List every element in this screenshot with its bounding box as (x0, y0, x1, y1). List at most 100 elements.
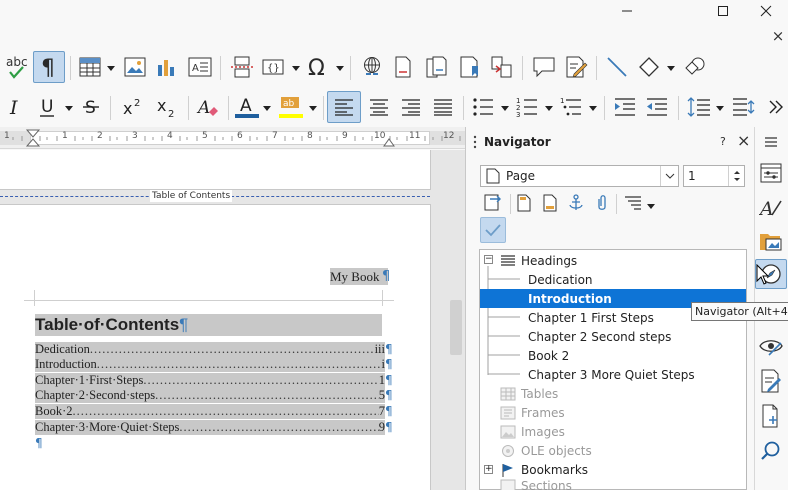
drag-handle-icon[interactable] (473, 135, 477, 149)
underline-button[interactable]: U (34, 92, 60, 122)
special-character-button[interactable]: Ω (304, 52, 332, 82)
basic-shapes-button[interactable] (634, 52, 664, 82)
tree-ole-objects[interactable]: OLE objects (480, 441, 746, 460)
outline-list-button[interactable]: 1 (556, 92, 586, 122)
toc-entry[interactable]: Chapter·1·First·Steps...................… (35, 373, 385, 388)
ordered-list-dropdown[interactable] (544, 101, 554, 115)
insert-page-break-button[interactable] (228, 52, 256, 82)
toc-entry[interactable]: Chapter·2·Second·steps..................… (35, 388, 385, 403)
insert-line-button[interactable] (602, 52, 632, 82)
decrease-indent-button[interactable] (642, 92, 672, 122)
insert-cross-reference-button[interactable] (488, 52, 516, 82)
indent-marker-icon[interactable] (26, 129, 40, 147)
align-center-button[interactable] (364, 92, 394, 122)
line-spacing-dropdown[interactable] (715, 101, 725, 115)
insert-endnote-button[interactable] (422, 52, 450, 82)
insert-footnote-button[interactable] (390, 52, 416, 82)
tree-tables[interactable]: Tables (480, 384, 746, 403)
spelling-button[interactable]: abc (2, 52, 32, 82)
tree-heading-item[interactable]: Chapter 2 Second steps (480, 327, 746, 346)
tree-heading-item[interactable]: Dedication (480, 270, 746, 289)
increase-indent-button[interactable] (610, 92, 640, 122)
superscript-button[interactable]: x2 (118, 92, 148, 122)
insert-textbox-button[interactable]: A (186, 52, 214, 82)
close-window-button[interactable] (744, 0, 788, 22)
spin-arrows-icon[interactable] (729, 166, 745, 186)
font-color-icon: A (235, 96, 259, 118)
sidebar-find-tab[interactable] (754, 436, 788, 466)
navigate-by-select[interactable]: Page (480, 165, 679, 187)
unordered-list-dropdown[interactable] (500, 101, 510, 115)
paragraph-spacing-button[interactable] (728, 92, 758, 122)
line-spacing-button[interactable] (684, 92, 714, 122)
sidebar-styles-tab[interactable]: A (754, 192, 788, 222)
insert-table-button[interactable] (76, 52, 104, 82)
ordered-list-button[interactable]: 123 (512, 92, 542, 122)
content-navigation-toggle[interactable] (481, 190, 505, 216)
more-options-button[interactable] (764, 92, 788, 122)
table-dropdown[interactable] (106, 61, 116, 75)
header-icon (517, 194, 531, 212)
clear-formatting-button[interactable]: A (194, 92, 222, 122)
sidebar-design-tab[interactable] (754, 366, 788, 396)
page-number-spin[interactable]: 1 (683, 165, 745, 187)
vertical-scrollbar-thumb[interactable] (450, 300, 462, 355)
sidebar-manage-changes-tab[interactable] (754, 331, 788, 361)
sidebar-menu-button[interactable] (754, 127, 788, 157)
insert-image-button[interactable] (122, 52, 148, 82)
subscript-button[interactable]: x2 (152, 92, 182, 122)
formatting-marks-button[interactable]: ¶ (33, 51, 65, 83)
tree-sections[interactable]: Sections (480, 479, 746, 490)
sidebar-page-tab[interactable] (754, 401, 788, 431)
font-color-button[interactable]: A (232, 92, 262, 122)
toc-entry[interactable]: Book·2..................................… (35, 404, 385, 419)
footer-button[interactable] (540, 190, 560, 216)
align-right-button[interactable] (396, 92, 426, 122)
sidebar-gallery-tab[interactable] (754, 226, 788, 256)
justify-button[interactable] (428, 92, 458, 122)
toc-entry[interactable]: Dedication..............................… (35, 342, 385, 357)
tree-images[interactable]: Images (480, 422, 746, 441)
right-indent-marker-icon[interactable] (383, 137, 395, 147)
horizontal-ruler[interactable]: 1 1 2 3 4 5 6 7 8 9 10 11 12 (0, 127, 465, 149)
strikethrough-button[interactable]: S (78, 92, 104, 122)
header-button[interactable] (514, 190, 534, 216)
anchor-button[interactable] (566, 190, 586, 216)
tree-headings[interactable]: Headings (480, 251, 746, 270)
heading-levels-dropdown[interactable] (646, 199, 656, 213)
tree-heading-item[interactable]: Chapter 3 More Quiet Steps (480, 365, 746, 384)
tree-frames[interactable]: Frames (480, 403, 746, 422)
italic-button[interactable]: I (2, 92, 28, 122)
drag-mode-button[interactable] (480, 217, 506, 243)
highlight-dropdown[interactable] (308, 101, 318, 115)
field-dropdown[interactable] (291, 61, 301, 75)
toc-entry[interactable]: Introduction............................… (35, 357, 385, 372)
heading-levels-button[interactable] (622, 190, 644, 216)
unordered-list-button[interactable] (468, 92, 498, 122)
shapes-dropdown[interactable] (666, 61, 676, 75)
tree-heading-item[interactable]: Book 2 (480, 346, 746, 365)
tree-bookmarks[interactable]: Bookmarks (480, 460, 746, 479)
toc-title[interactable]: Table·of·Contents¶ (35, 314, 382, 336)
maximize-button[interactable] (700, 0, 746, 22)
font-color-dropdown[interactable] (262, 101, 272, 115)
navigator-close-button[interactable]: × (737, 131, 750, 151)
track-changes-button[interactable] (562, 52, 590, 82)
reminder-button[interactable] (592, 190, 612, 216)
special-character-dropdown[interactable] (335, 61, 345, 75)
highlight-color-button[interactable]: ab (276, 92, 306, 122)
underline-dropdown[interactable] (64, 101, 74, 115)
align-left-button[interactable] (327, 91, 361, 123)
outline-list-dropdown[interactable] (588, 101, 598, 115)
minimize-button[interactable] (604, 0, 650, 22)
sidebar-properties-tab[interactable] (754, 158, 788, 188)
close-document-button[interactable]: × (770, 27, 786, 45)
insert-bookmark-button[interactable] (456, 52, 484, 82)
draw-functions-button[interactable] (680, 52, 710, 82)
insert-chart-button[interactable] (154, 52, 180, 82)
insert-field-button[interactable]: {} (260, 52, 286, 82)
insert-comment-button[interactable] (530, 52, 558, 82)
toc-entry[interactable]: Chapter·3·More·Quiet·Steps..............… (35, 420, 385, 435)
insert-hyperlink-button[interactable] (358, 52, 386, 82)
navigator-help-button[interactable]: ? (720, 134, 726, 150)
